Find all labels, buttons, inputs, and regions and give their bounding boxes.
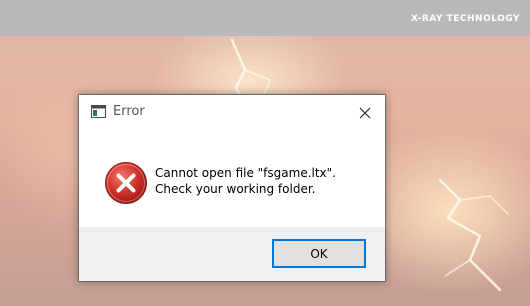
dialog-title: Error: [113, 104, 145, 119]
close-icon: [359, 107, 371, 119]
desktop-stage: X-RAY TECHNOLOGY Error Cannot open file …: [0, 0, 530, 306]
error-message-line-2: Check your working folder.: [155, 182, 316, 196]
splash-top-bar: X-RAY TECHNOLOGY: [0, 0, 530, 36]
xray-logo-text: X-RAY TECHNOLOGY: [410, 14, 520, 24]
dialog-titlebar[interactable]: Error: [79, 95, 385, 129]
dialog-content: Cannot open file "fsgame.ltx". Check you…: [79, 129, 385, 227]
window-icon: [91, 105, 106, 118]
close-button[interactable]: [355, 103, 375, 123]
error-dialog: Error Cannot open file "fsgame.ltx". Che…: [78, 94, 386, 282]
error-message-line-1: Cannot open file "fsgame.ltx".: [155, 166, 336, 180]
error-icon: [105, 162, 147, 204]
dialog-footer: OK: [79, 227, 385, 281]
ok-button[interactable]: OK: [272, 239, 366, 268]
error-message: Cannot open file "fsgame.ltx". Check you…: [155, 165, 375, 197]
